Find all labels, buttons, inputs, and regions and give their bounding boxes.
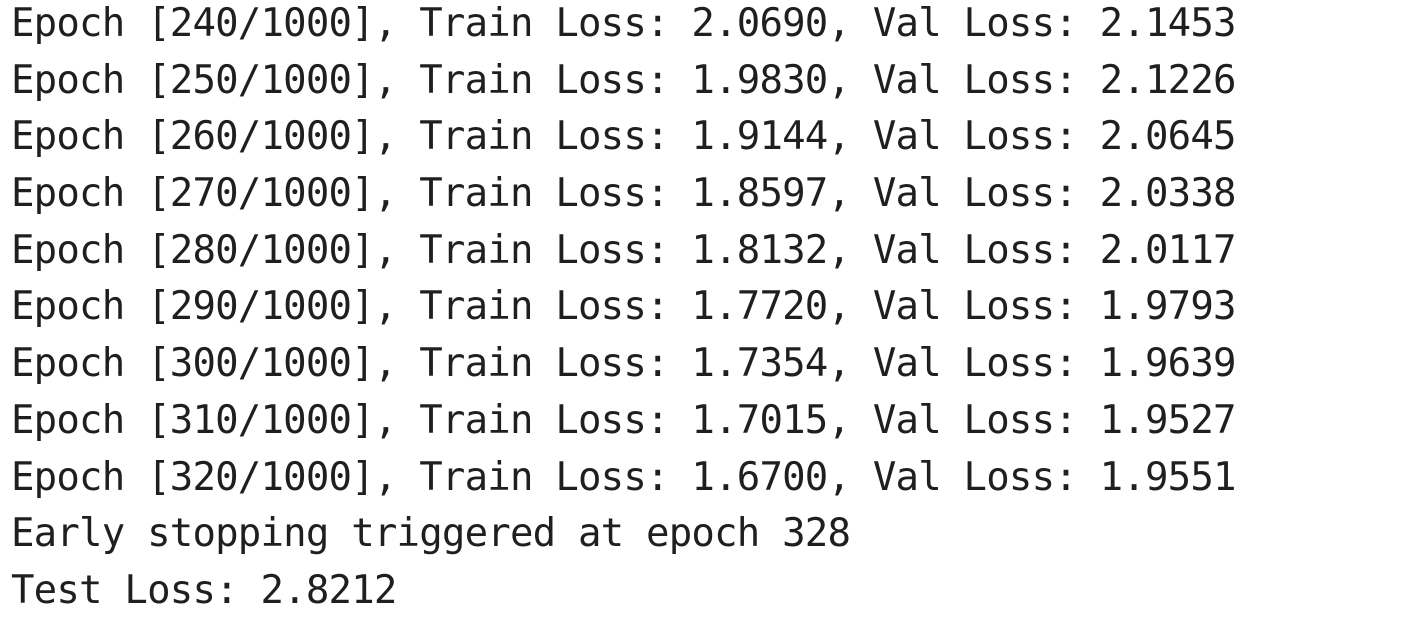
output-line: Epoch [320/1000], Train Loss: 1.6700, Va…	[11, 454, 1237, 500]
output-line: Epoch [260/1000], Train Loss: 1.9144, Va…	[11, 114, 1237, 160]
output-line: Epoch [310/1000], Train Loss: 1.7015, Va…	[11, 397, 1237, 443]
console-output: Epoch [240/1000], Train Loss: 2.0690, Va…	[11, 0, 1401, 620]
test-loss-line: Test Loss: 2.8212	[11, 567, 397, 613]
output-line: Epoch [300/1000], Train Loss: 1.7354, Va…	[11, 341, 1237, 387]
output-line: Epoch [250/1000], Train Loss: 1.9830, Va…	[11, 57, 1237, 103]
output-line: Epoch [240/1000], Train Loss: 2.0690, Va…	[11, 1, 1237, 46]
early-stopping-message: Early stopping triggered at epoch 328	[11, 511, 851, 557]
output-line: Epoch [290/1000], Train Loss: 1.7720, Va…	[11, 284, 1237, 330]
output-line: Epoch [280/1000], Train Loss: 1.8132, Va…	[11, 227, 1237, 273]
output-line: Epoch [270/1000], Train Loss: 1.8597, Va…	[11, 171, 1237, 217]
